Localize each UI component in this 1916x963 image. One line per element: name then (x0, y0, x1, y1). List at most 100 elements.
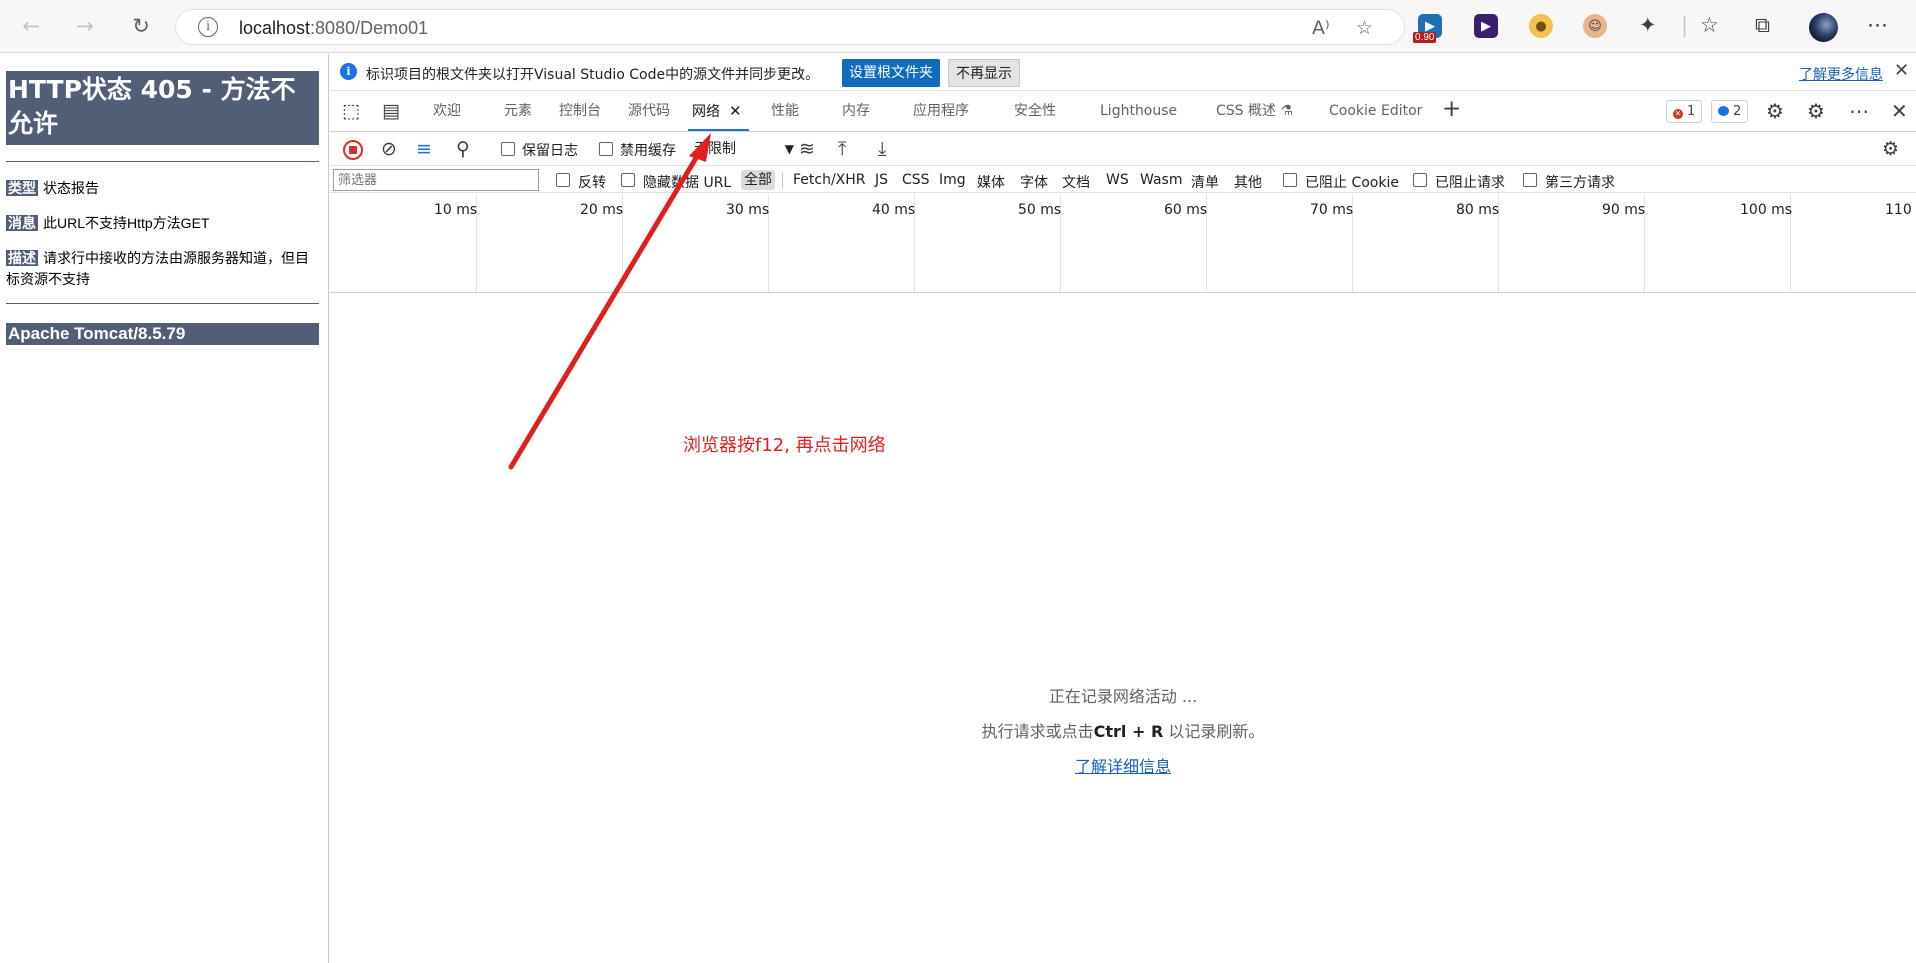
throttling-select[interactable]: 无限制 ▼ (694, 137, 794, 162)
set-root-folder-button[interactable]: 设置根文件夹 (842, 59, 940, 87)
blocked-cookies-checkbox[interactable] (1283, 173, 1297, 187)
hide-data-urls-checkbox[interactable] (621, 173, 635, 187)
learn-more-link[interactable]: 了解更多信息 (1799, 64, 1883, 84)
timeline-tick: 80 ms (1456, 202, 1500, 218)
tab-security[interactable]: 安全性 (1014, 92, 1056, 131)
blocked-cookies-label: 已阻止 Cookie (1305, 175, 1399, 191)
extension-purple-icon[interactable]: ▶ (1474, 14, 1498, 38)
cookie-extension-icon[interactable]: ● (1529, 14, 1553, 38)
timeline-tick: 30 ms (726, 202, 770, 218)
extension-face-icon[interactable]: ☺ (1583, 14, 1607, 38)
blocked-requests-label: 已阻止请求 (1435, 175, 1505, 191)
type-filter-ws[interactable]: WS (1106, 172, 1129, 188)
read-aloud-icon[interactable]: A⁾ (1312, 17, 1330, 39)
error-description-label: 描述 (6, 250, 38, 266)
back-arrow-icon[interactable]: ← (16, 11, 46, 41)
close-devtools-icon[interactable]: ✕ (1891, 99, 1908, 123)
devtools-panel: i 标识项目的根文件夹以打开Visual Studio Code中的源文件并同步… (330, 54, 1916, 963)
tab-css-overview[interactable]: CSS 概述 ⚗ (1216, 92, 1293, 131)
settings-gear-icon[interactable]: ⚙ (1766, 99, 1784, 123)
add-favorite-icon[interactable]: ☆ (1356, 17, 1373, 39)
tab-close-icon[interactable]: ✕ (729, 102, 742, 120)
invert-label: 反转 (578, 175, 606, 191)
disable-cache-checkbox[interactable] (599, 142, 613, 156)
invert-checkbox[interactable] (556, 173, 570, 187)
hide-data-urls-label: 隐藏数据 URL (643, 175, 732, 191)
error-description-text: 请求行中接收的方法由源服务器知道，但目标资源不支持 (6, 250, 309, 287)
type-filter-all[interactable]: 全部 (741, 170, 775, 190)
clear-icon[interactable]: ⊘ (381, 138, 397, 160)
tab-network-label: 网络 (692, 104, 720, 120)
type-filter-media[interactable]: 媒体 (977, 172, 1005, 192)
error-type-text: 状态报告 (43, 180, 99, 196)
extensions-puzzle-icon[interactable]: ✦ (1639, 13, 1657, 37)
type-filter-doc[interactable]: 文档 (1062, 172, 1090, 192)
third-party-checkbox[interactable] (1523, 173, 1537, 187)
tab-performance[interactable]: 性能 (771, 92, 799, 131)
type-filter-js[interactable]: JS (875, 172, 888, 188)
more-menu-icon[interactable]: ⋯ (1867, 13, 1888, 37)
type-filter-wasm[interactable]: Wasm (1140, 172, 1182, 188)
message-counter[interactable]: 2 (1711, 100, 1749, 123)
recording-status-text: 正在记录网络活动 ... (1048, 687, 1198, 706)
timeline-tick: 40 ms (872, 202, 916, 218)
record-stop-icon[interactable] (343, 140, 363, 160)
type-filter-img[interactable]: Img (939, 172, 966, 188)
preserve-log-label: 保留日志 (522, 143, 578, 159)
site-info-icon[interactable]: i (198, 17, 218, 37)
preserve-log-checkbox[interactable] (501, 142, 515, 156)
devtools-info-bar: i 标识项目的根文件夹以打开Visual Studio Code中的源文件并同步… (330, 54, 1916, 91)
feedback-icon[interactable]: ⚙ (1807, 99, 1825, 123)
hint-before: 执行请求或点击 (981, 722, 1094, 741)
blocked-requests-checkbox[interactable] (1413, 173, 1427, 187)
message-icon (1718, 106, 1729, 116)
refresh-icon[interactable]: ↻ (126, 11, 156, 41)
filter-input[interactable] (333, 169, 539, 191)
error-count: 1 (1687, 104, 1696, 119)
tab-memory[interactable]: 内存 (842, 92, 870, 131)
hint-after: 以记录刷新。 (1168, 722, 1265, 741)
import-har-icon[interactable]: ⤒ (838, 138, 846, 160)
tab-elements[interactable]: 元素 (504, 92, 532, 131)
dont-show-again-button[interactable]: 不再显示 (948, 59, 1020, 87)
tab-sources[interactable]: 源代码 (628, 92, 670, 131)
error-type-label: 类型 (6, 180, 38, 196)
learn-details-link[interactable]: 了解详细信息 (1075, 757, 1171, 776)
export-har-icon[interactable]: ⤓ (878, 138, 886, 160)
search-icon[interactable]: ⚲ (456, 138, 470, 160)
type-filter-fetch-xhr[interactable]: Fetch/XHR (793, 172, 866, 188)
forward-arrow-icon[interactable]: → (70, 11, 100, 41)
hint-shortcut: Ctrl + R (1093, 722, 1164, 741)
reload-hint-text: 执行请求或点击Ctrl + R 以记录刷新。 (330, 718, 1916, 742)
network-timeline-overview[interactable]: 10 ms 20 ms 30 ms 40 ms 50 ms 60 ms 70 m… (330, 194, 1916, 293)
tab-lighthouse[interactable]: Lighthouse (1100, 92, 1177, 131)
network-settings-icon[interactable]: ⚙ (1882, 138, 1899, 160)
error-icon: ✕ (1673, 109, 1683, 119)
favorites-icon[interactable]: ☆ (1700, 13, 1719, 37)
filter-icon[interactable]: ≡ (416, 138, 432, 160)
timeline-tick: 50 ms (1018, 202, 1062, 218)
info-bar-text: 标识项目的根文件夹以打开Visual Studio Code中的源文件并同步更改… (366, 67, 820, 83)
tab-cookie-editor[interactable]: Cookie Editor (1329, 92, 1422, 131)
error-counter[interactable]: ✕ 1 (1666, 100, 1703, 123)
network-conditions-icon[interactable]: ≋ (799, 138, 815, 160)
tab-welcome[interactable]: 欢迎 (433, 92, 461, 131)
tab-application[interactable]: 应用程序 (913, 92, 969, 131)
inspect-element-icon[interactable]: ⬚ (342, 100, 360, 122)
type-filter-manifest[interactable]: 清单 (1191, 172, 1219, 192)
type-filter-other[interactable]: 其他 (1234, 172, 1262, 192)
type-filter-font[interactable]: 字体 (1020, 172, 1048, 192)
address-url[interactable]: localhost:8080/Demo01 (239, 18, 428, 39)
more-tools-plus-icon[interactable]: + (1442, 96, 1461, 122)
tab-network[interactable]: 网络 ✕ (688, 92, 749, 131)
device-toolbar-icon[interactable]: ▤ (382, 100, 400, 122)
tab-console[interactable]: 控制台 (559, 92, 601, 131)
collections-icon[interactable]: ⧉ (1755, 13, 1770, 38)
page-content: HTTP状态 405 - 方法不允许 类型 状态报告 消息 此URL不支持Http方… (0, 54, 329, 963)
profile-avatar[interactable] (1809, 13, 1838, 42)
type-filter-css[interactable]: CSS (902, 172, 930, 188)
network-toolbar: ⊘ ≡ ⚲ 保留日志 禁用缓存 无限制 ▼ ≋ ⤒ ⤓ ⚙ (330, 133, 1916, 166)
address-bar[interactable]: i localhost:8080/Demo01 A⁾ ☆ (175, 9, 1405, 45)
close-icon[interactable]: ✕ (1894, 60, 1909, 81)
customize-menu-icon[interactable]: ⋯ (1849, 99, 1869, 123)
